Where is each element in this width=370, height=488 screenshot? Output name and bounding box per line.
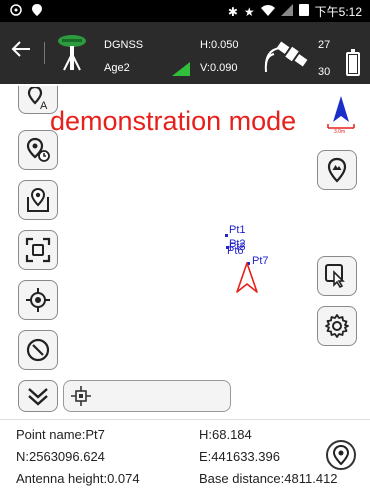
cast-icon [10, 4, 22, 19]
point-label: Pt6 [227, 245, 244, 257]
back-button[interactable] [8, 38, 34, 68]
clock-time: 下午5:12 [314, 4, 362, 19]
gear-icon [325, 314, 349, 338]
point-label: Pt1 [229, 224, 246, 236]
pin-a-icon: A [27, 86, 48, 112]
antenna-height: Antenna height:0.074 [16, 471, 140, 486]
compass-icon [26, 338, 50, 362]
map-canvas[interactable]: demonstration mode 3.0m A Pt1 Pt2 Pt3 Pt… [0, 84, 370, 419]
auto-label-button[interactable]: A [18, 86, 58, 114]
compass-button[interactable] [18, 330, 58, 370]
point-northing: N:2563096.624 [16, 449, 105, 464]
zoom-extent-button[interactable] [18, 230, 58, 270]
fullscreen-icon [25, 237, 51, 263]
pin-mountain-icon [327, 157, 347, 183]
wifi-icon [260, 4, 275, 19]
point-height: H:68.184 [199, 427, 252, 442]
survey-point-marker[interactable] [225, 234, 228, 237]
settings-button[interactable] [317, 306, 357, 346]
point-easting: E:441633.396 [199, 449, 280, 464]
navigate-button[interactable] [326, 440, 356, 470]
expand-button[interactable] [18, 380, 58, 412]
pointer-icon [325, 264, 345, 289]
bluetooth-icon: ✱ [227, 4, 238, 19]
double-chevron-down-icon [28, 388, 48, 406]
north-arrow-icon: 3.0m [326, 94, 356, 136]
horizontal-precision: H:0.050 [200, 39, 239, 51]
fix-type: DGNSS [104, 39, 144, 51]
point-code-bar[interactable] [63, 380, 231, 412]
scale-label: 3.0m [334, 129, 346, 135]
pin-clock-icon [26, 137, 50, 162]
battery-icon [346, 49, 360, 76]
correction-age: Age2 [104, 62, 130, 74]
point-info-panel: Point name:Pt7 H:68.184 N:2563096.624 E:… [0, 419, 370, 488]
satellites-total: 30 [318, 66, 331, 78]
star-icon: ★ [243, 4, 255, 19]
vertical-precision: V:0.090 [200, 62, 238, 74]
point-timer-button[interactable] [18, 130, 58, 170]
svg-text:A: A [40, 100, 48, 112]
satellite-icon[interactable] [262, 34, 312, 76]
base-distance: Base distance:4811.412 [199, 471, 338, 486]
map-layer-button[interactable] [18, 180, 58, 220]
locate-button[interactable] [18, 280, 58, 320]
top-toolbar: DGNSS Age2 H:0.050 V:0.090 27 30 [0, 22, 370, 84]
point-photo-button[interactable] [317, 150, 357, 190]
mobile-signal-icon [280, 4, 293, 19]
back-arrow-icon [11, 41, 30, 57]
select-button[interactable] [317, 256, 357, 296]
toolbar-divider [44, 42, 45, 64]
location-pin-icon [332, 445, 350, 465]
satellites-used: 27 [318, 39, 331, 51]
gnss-receiver-icon[interactable] [56, 32, 88, 72]
crosshair-icon [26, 288, 50, 312]
status-bar: ✱ ★ 下午5:12 [0, 0, 370, 22]
sim-icon [298, 4, 309, 19]
location-pin-icon [32, 4, 42, 19]
position-arrow-icon [236, 262, 258, 294]
target-point-icon[interactable] [70, 385, 92, 407]
point-name: Point name:Pt7 [16, 427, 105, 442]
map-pin-icon [27, 187, 49, 212]
demo-mode-banner: demonstration mode [50, 106, 297, 136]
signal-strength-icon [172, 62, 192, 76]
